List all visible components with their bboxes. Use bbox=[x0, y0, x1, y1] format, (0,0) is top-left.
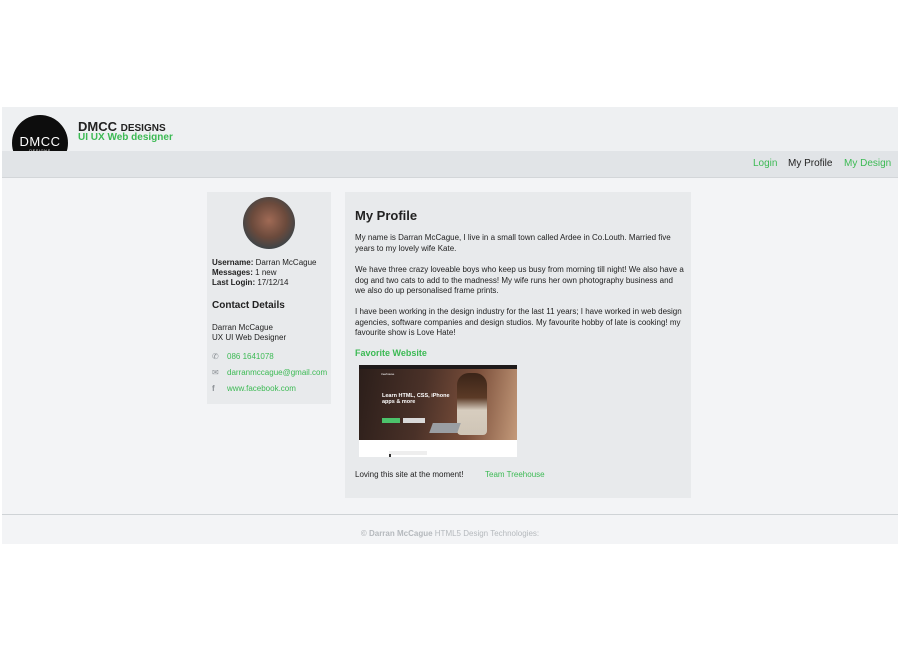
screenshot-headline: Learn HTML, CSS, iPhone apps & more bbox=[382, 393, 450, 405]
phone-link[interactable]: 086 1641078 bbox=[227, 352, 274, 361]
facebook-icon: f bbox=[212, 384, 215, 393]
profile-sidebar: Username: Darran McCague Messages: 1 new… bbox=[207, 192, 331, 404]
username-line: Username: Darran McCague bbox=[212, 258, 317, 267]
last-login-label: Last Login: bbox=[212, 278, 256, 287]
page-title: My Profile bbox=[355, 208, 418, 223]
contact-heading: Contact Details bbox=[212, 300, 285, 311]
favorite-website-screenshot[interactable]: treehouse Learn HTML, CSS, iPhone apps &… bbox=[359, 365, 517, 457]
screenshot-logo: treehouse bbox=[381, 372, 395, 376]
avatar bbox=[243, 197, 295, 249]
nav-my-profile[interactable]: My Profile bbox=[788, 158, 832, 169]
team-treehouse-link[interactable]: Team Treehouse bbox=[485, 470, 545, 479]
header: DMCC DESIGNS DMCC DESIGNS UI UX Web desi… bbox=[2, 107, 898, 178]
screenshot-lower-mark bbox=[389, 454, 391, 457]
screenshot-secondary-button bbox=[403, 418, 425, 423]
footer: © Darran McCague HTML5 Design Technologi… bbox=[2, 529, 898, 538]
screenshot-laptop bbox=[429, 423, 461, 433]
nav-login[interactable]: Login bbox=[753, 158, 777, 169]
messages-line: Messages: 1 new bbox=[212, 268, 277, 277]
facebook-link[interactable]: www.facebook.com bbox=[227, 384, 296, 393]
last-login-value: 17/12/14 bbox=[257, 278, 289, 287]
mail-icon: ✉ bbox=[212, 368, 219, 377]
loving-text: Loving this site at the moment! bbox=[355, 470, 464, 479]
footer-divider bbox=[2, 514, 898, 515]
email-link[interactable]: darranmccague@gmail.com bbox=[227, 368, 327, 377]
nav-my-design[interactable]: My Design bbox=[844, 158, 891, 169]
username-value: Darran McCague bbox=[255, 258, 317, 267]
bio-paragraph-1: My name is Darran McCague, I live in a s… bbox=[355, 233, 671, 253]
bio-paragraph-2: We have three crazy loveable boys who ke… bbox=[355, 265, 684, 295]
favorite-website-heading: Favorite Website bbox=[355, 348, 427, 358]
profile-main: My Profile My name is Darran McCague, I … bbox=[345, 192, 691, 498]
bio-paragraph-3: I have been working in the design indust… bbox=[355, 307, 682, 337]
phone-icon: ✆ bbox=[212, 352, 219, 361]
logo-text: DMCC bbox=[19, 134, 61, 149]
main-nav: Login My Profile My Design bbox=[2, 151, 898, 178]
screenshot-headline-2: apps & more bbox=[382, 399, 416, 405]
contact-role: UX UI Web Designer bbox=[212, 333, 287, 342]
last-login-line: Last Login: 17/12/14 bbox=[212, 278, 288, 287]
footer-copyright: © Darran McCague bbox=[360, 529, 433, 538]
footer-tech: HTML5 Design Technologies: bbox=[434, 529, 540, 538]
screenshot-primary-button bbox=[382, 418, 400, 423]
screenshot-topbar bbox=[359, 365, 517, 369]
screenshot-lower-bar bbox=[389, 451, 427, 455]
contact-name: Darran McCague bbox=[212, 323, 273, 332]
messages-label: Messages: bbox=[212, 268, 253, 277]
username-label: Username: bbox=[212, 258, 254, 267]
messages-value: 1 new bbox=[255, 268, 277, 277]
site: DMCC DESIGNS DMCC DESIGNS UI UX Web desi… bbox=[2, 107, 898, 544]
screenshot-person bbox=[457, 373, 487, 435]
brand-tagline: UI UX Web designer bbox=[78, 132, 173, 143]
